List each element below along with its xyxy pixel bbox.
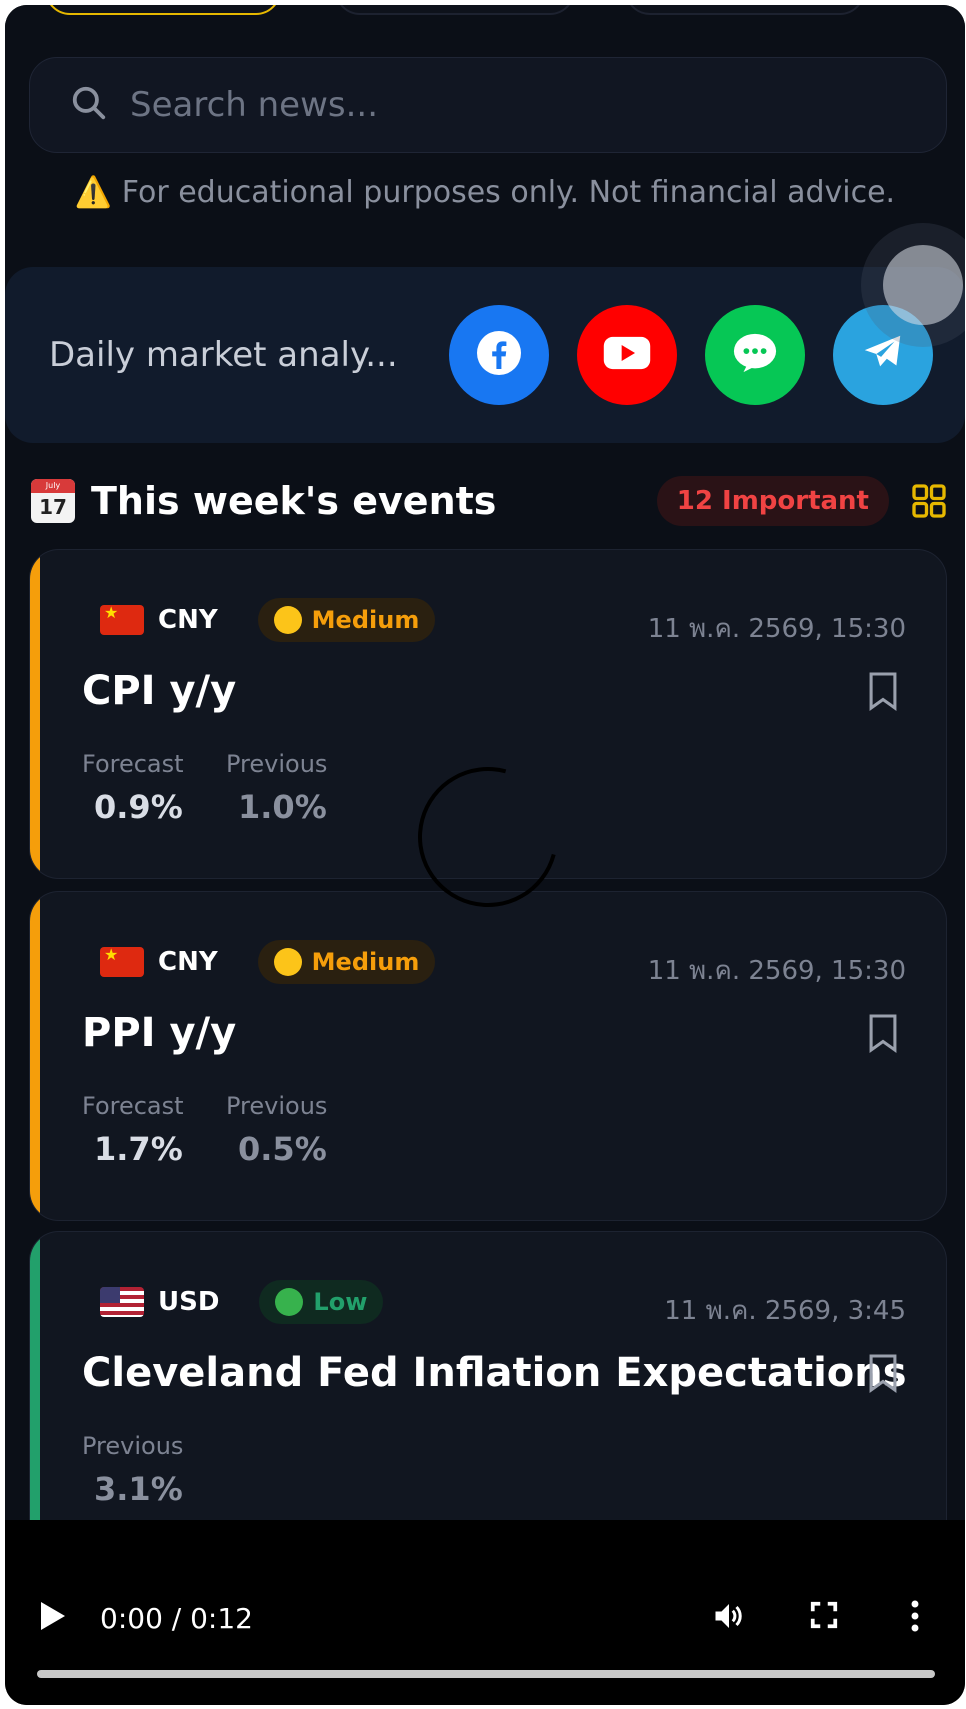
impact-label: Medium <box>311 606 420 634</box>
bookmark-icon[interactable] <box>866 1352 900 1398</box>
grid-view-icon[interactable] <box>909 481 949 521</box>
bookmark-icon[interactable] <box>866 670 900 716</box>
impact-accent-bar <box>30 550 40 878</box>
metric-label: Forecast <box>82 750 184 778</box>
important-count-badge[interactable]: 12 Important <box>656 476 889 526</box>
play-icon[interactable] <box>39 1600 67 1636</box>
app-screen: Search news... ⚠️ For educational purpos… <box>5 5 965 1520</box>
metric-label: Previous <box>226 750 328 778</box>
event-time: 11 พ.ค. 2569, 3:45 <box>664 1296 906 1326</box>
calendar-day: 17 <box>39 495 67 519</box>
volume-icon[interactable] <box>711 1598 747 1638</box>
event-time: 11 พ.ค. 2569, 15:30 <box>647 614 906 644</box>
event-title: PPI y/y <box>82 1010 237 1056</box>
video-progress-bar[interactable] <box>37 1670 935 1678</box>
impact-label: Low <box>313 1288 368 1316</box>
impact-accent-bar <box>30 1232 40 1520</box>
floating-assistive-bubble[interactable] <box>883 245 963 325</box>
forecast-metric: Forecast 0.9% <box>82 750 184 826</box>
social-banner: Daily market analy... <box>5 267 965 443</box>
metric-value: 0.5% <box>238 1130 327 1168</box>
video-frame: Search news... ⚠️ For educational purpos… <box>5 5 965 1705</box>
video-time: 0:00 / 0:12 <box>100 1602 253 1635</box>
currency-code: USD <box>158 1287 220 1317</box>
section-title: This week's events <box>91 479 497 523</box>
event-time: 11 พ.ค. 2569, 15:30 <box>647 956 906 986</box>
more-options-icon[interactable] <box>910 1600 920 1636</box>
event-card[interactable]: CNY Medium 11 พ.ค. 2569, 15:30 PPI y/y F… <box>29 891 947 1221</box>
event-card[interactable]: USD Low 11 พ.ค. 2569, 3:45 Cleveland Fed… <box>29 1231 947 1520</box>
medium-dot-icon <box>273 948 302 976</box>
calendar-month: July <box>31 479 75 493</box>
disclaimer-text: ⚠️ For educational purposes only. Not fi… <box>74 175 896 210</box>
section-header: July 17 This week's events 12 Important <box>31 471 949 531</box>
fullscreen-icon[interactable] <box>809 1600 839 1634</box>
metric-value: 0.9% <box>94 788 183 826</box>
cn-flag-icon <box>100 605 144 635</box>
facebook-icon <box>475 329 523 381</box>
search-bar[interactable]: Search news... <box>29 57 947 153</box>
event-title: Cleveland Fed Inflation Expectations <box>82 1350 907 1396</box>
metric-label: Previous <box>226 1092 328 1120</box>
currency-code: CNY <box>158 605 218 635</box>
metric-label: Forecast <box>82 1092 184 1120</box>
search-icon <box>70 84 108 126</box>
youtube-icon <box>602 333 652 377</box>
calendar-icon: July 17 <box>31 479 75 523</box>
event-title: CPI y/y <box>82 668 237 714</box>
metric-value: 1.0% <box>238 788 327 826</box>
us-flag-icon <box>100 1287 144 1317</box>
metric-label: Previous <box>82 1432 184 1460</box>
top-tab[interactable] <box>625 5 865 15</box>
impact-accent-bar <box>30 892 40 1220</box>
impact-badge: Low <box>259 1280 384 1324</box>
currency-code: CNY <box>158 947 218 977</box>
forecast-metric: Forecast 1.7% <box>82 1092 184 1168</box>
line-button[interactable] <box>705 305 805 405</box>
metric-value: 3.1% <box>94 1470 183 1508</box>
previous-metric: Previous 0.5% <box>226 1092 327 1168</box>
top-tab-active[interactable] <box>45 5 281 15</box>
facebook-button[interactable] <box>449 305 549 405</box>
video-controls: 0:00 / 0:12 <box>5 1520 965 1705</box>
cn-flag-icon <box>100 947 144 977</box>
social-banner-text: Daily market analy... <box>49 335 398 375</box>
previous-metric: Previous 3.1% <box>82 1432 183 1508</box>
top-tab[interactable] <box>335 5 575 15</box>
low-dot-icon <box>275 1288 304 1316</box>
search-placeholder[interactable]: Search news... <box>130 85 378 125</box>
bookmark-icon[interactable] <box>866 1012 900 1058</box>
impact-badge: Medium <box>257 940 436 984</box>
impact-label: Medium <box>311 948 420 976</box>
previous-metric: Previous 1.0% <box>226 750 327 826</box>
telegram-icon <box>860 330 906 380</box>
line-chat-icon <box>732 331 778 379</box>
youtube-button[interactable] <box>577 305 677 405</box>
metric-value: 1.7% <box>94 1130 183 1168</box>
medium-dot-icon <box>273 606 302 634</box>
impact-badge: Medium <box>257 598 436 642</box>
